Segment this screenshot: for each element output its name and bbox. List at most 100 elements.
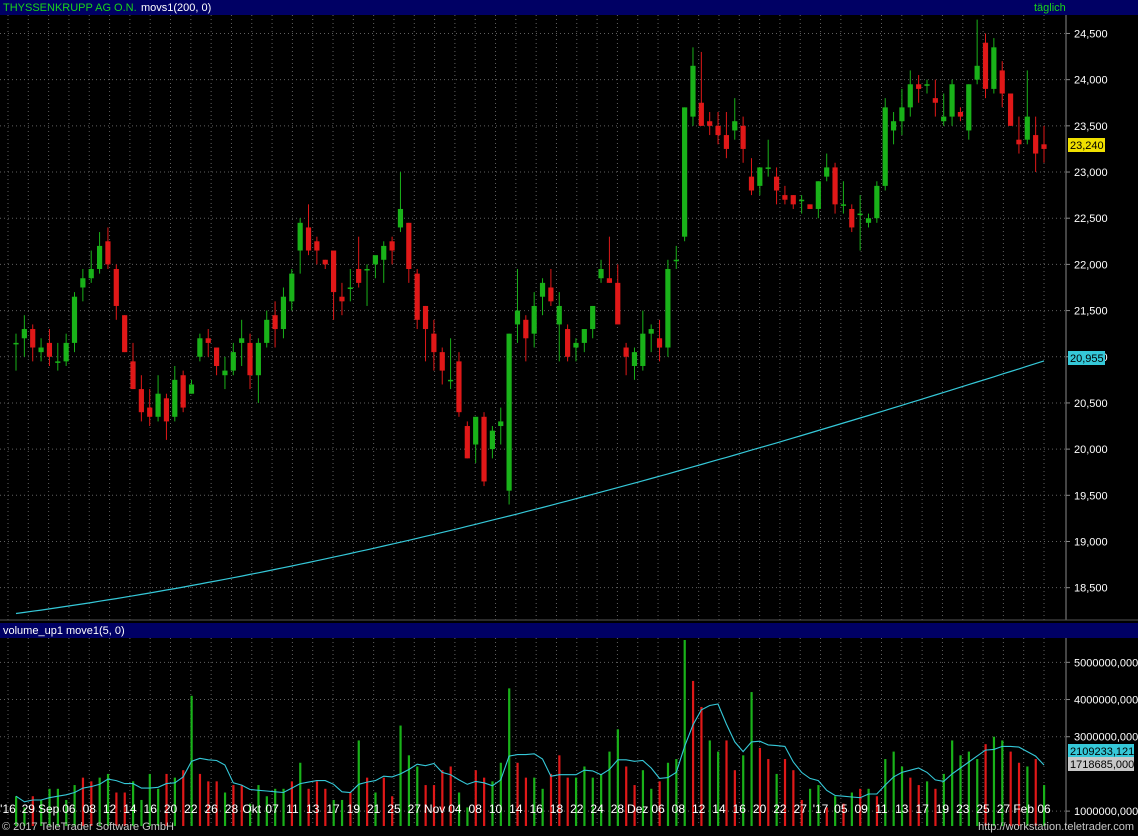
candle-body	[88, 269, 94, 279]
y-tick-label: 19,500	[1074, 490, 1108, 502]
candle-body	[941, 116, 947, 122]
candle-body	[272, 315, 278, 330]
candle-body	[698, 102, 704, 126]
x-tick-label: 27	[997, 802, 1011, 816]
candle-body	[297, 222, 303, 251]
candle-body	[740, 125, 746, 149]
candle-body	[481, 416, 487, 482]
candle-body	[448, 379, 454, 382]
candle-body	[406, 222, 412, 270]
candle-body	[523, 319, 529, 339]
candle-body	[765, 167, 771, 169]
candle-body	[46, 342, 53, 357]
candle-body	[264, 319, 270, 343]
volume-bar	[499, 762, 502, 826]
candle-body	[105, 241, 111, 265]
x-tick-label: 22	[570, 802, 584, 816]
volume-bar	[566, 777, 569, 826]
x-tick-label: '17	[813, 802, 829, 816]
x-tick-label: 19	[936, 802, 950, 816]
candle-body	[239, 338, 245, 343]
candle-body	[648, 329, 654, 334]
x-tick-label: 12	[692, 802, 706, 816]
candle-body	[364, 269, 370, 271]
copyright-text: © 2017 TeleTrader Software GmbH	[2, 821, 174, 833]
volume-bar	[733, 770, 736, 826]
candle-body	[824, 167, 830, 177]
x-tick-label: 14	[509, 802, 523, 816]
y-tick-label: 21,500	[1074, 306, 1108, 318]
x-tick-label: 25	[976, 802, 990, 816]
y-tick-label: 24,500	[1074, 28, 1108, 40]
x-tick-label: 25	[387, 802, 401, 816]
y-tick-label: 19,000	[1074, 536, 1108, 548]
x-tick-label: 22	[773, 802, 787, 816]
ma-value-label: 20,955	[1070, 353, 1104, 365]
candle-body	[30, 329, 36, 348]
x-tick-label: 13	[306, 802, 320, 816]
candle-body	[498, 421, 504, 427]
volume-bar	[708, 740, 711, 826]
candle-body	[213, 347, 220, 366]
candle-body	[623, 347, 629, 357]
x-tick-label: 21	[367, 802, 381, 816]
volume-bar	[148, 773, 151, 826]
candle-body	[331, 250, 337, 293]
candle-body	[916, 84, 922, 89]
volume-bar	[182, 770, 185, 826]
candle-body	[757, 167, 763, 186]
x-tick-label: 27	[794, 802, 808, 816]
x-tick-label: 22	[184, 802, 198, 816]
x-tick-label: 20	[753, 802, 767, 816]
candle-body	[356, 269, 362, 283]
x-tick-label: 17	[915, 802, 929, 816]
x-tick-label: 06	[62, 802, 76, 816]
candle-body	[247, 342, 253, 376]
candle-body	[21, 329, 27, 339]
candle-body	[422, 305, 429, 330]
candle-body	[640, 333, 646, 366]
candle-body	[899, 107, 905, 122]
volume-bar	[808, 788, 812, 826]
x-tick-label: 16	[733, 802, 747, 816]
volume-panel-title: volume_up1 move1(5, 0)	[3, 625, 125, 637]
candle-body	[138, 389, 144, 413]
source-url[interactable]: http://workstation.teletrader.com	[978, 821, 1134, 833]
y-tick-label: 23,500	[1074, 121, 1108, 133]
x-tick-label: 17	[326, 802, 340, 816]
volume-bar	[483, 777, 486, 826]
x-tick-label: 28	[225, 802, 239, 816]
x-tick-label: 06	[651, 802, 665, 816]
candle-body	[932, 98, 938, 103]
candle-body	[581, 329, 587, 343]
chart-canvas: THYSSENKRUPP AG O.N. movs1(200, 0) tägli…	[0, 0, 1138, 836]
y-tick-label: 3000000,000	[1074, 732, 1138, 744]
y-tick-label: 5000000,000	[1074, 657, 1138, 669]
y-tick-label: 22,000	[1074, 259, 1108, 271]
y-tick-label: 23,000	[1074, 167, 1108, 179]
x-tick-label: 08	[83, 802, 97, 816]
volume-bar	[909, 777, 912, 826]
candle-body	[907, 84, 913, 108]
x-tick-label: 20	[164, 802, 178, 816]
x-tick-label: 26	[204, 802, 218, 816]
candle-body	[147, 407, 153, 417]
candle-body	[807, 204, 813, 209]
candle-body	[230, 352, 236, 371]
x-tick-label: 13	[895, 802, 909, 816]
candle-body	[397, 208, 404, 228]
candle-body	[849, 208, 855, 228]
volume-bar	[725, 740, 728, 826]
candle-body	[414, 273, 420, 320]
candle-body	[63, 342, 69, 362]
candle-body	[732, 121, 738, 131]
x-tick-label: 28	[611, 802, 625, 816]
candle-body	[372, 255, 378, 265]
candle-body	[155, 393, 161, 417]
candle-body	[949, 84, 955, 117]
volume-bar	[382, 777, 385, 826]
candle-body	[305, 227, 312, 251]
x-tick-label: 07	[265, 802, 279, 816]
x-tick-label: 04	[448, 802, 462, 816]
candle-body	[815, 181, 821, 209]
